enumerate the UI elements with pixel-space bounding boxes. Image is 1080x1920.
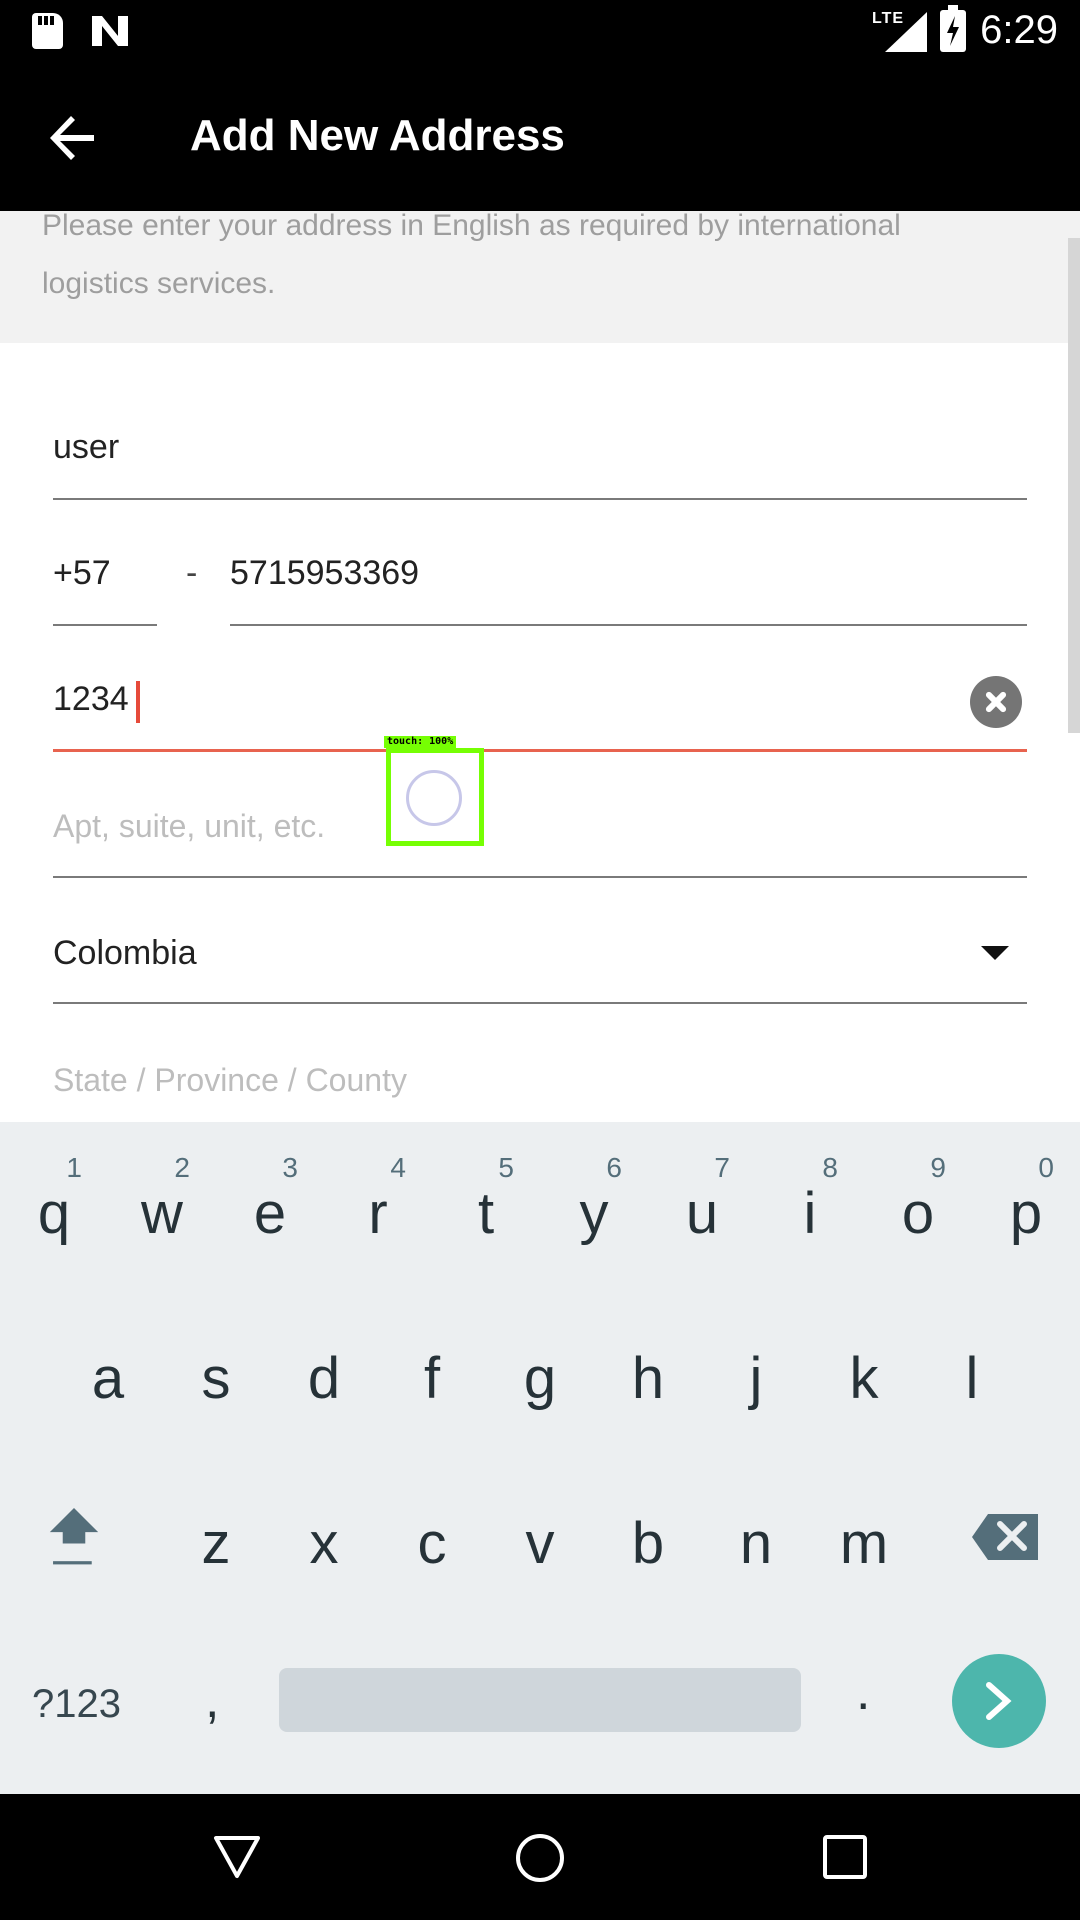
key-label: u <box>685 1181 719 1246</box>
key-label: y <box>579 1181 609 1246</box>
keyboard-key[interactable]: f <box>378 1337 486 1417</box>
apt-suite-underline <box>53 876 1027 878</box>
navigation-bar <box>0 1794 1080 1920</box>
country-select[interactable]: Colombia <box>53 934 197 973</box>
keyboard-key[interactable]: m <box>810 1502 918 1582</box>
keyboard-key[interactable]: l <box>918 1337 1026 1417</box>
chevron-right-icon <box>986 1682 1012 1720</box>
phone-separator: - <box>186 554 198 592</box>
phone-number-underline <box>230 624 1027 626</box>
country-code-underline <box>53 624 157 626</box>
key-label: i <box>803 1181 817 1246</box>
text-caret <box>136 681 140 723</box>
key-label: c <box>417 1511 447 1576</box>
keyboard-key[interactable]: v <box>486 1502 594 1582</box>
battery-charging-icon <box>940 5 966 52</box>
keyboard-key[interactable]: 0p <box>972 1152 1080 1252</box>
key-label: f <box>423 1346 441 1411</box>
keyboard-key[interactable]: 2w <box>108 1152 216 1252</box>
key-label: w <box>141 1181 183 1246</box>
key-label: h <box>631 1346 665 1411</box>
home-circle-icon[interactable] <box>514 1832 566 1884</box>
key-label: p <box>1009 1181 1043 1246</box>
key-label: z <box>201 1511 231 1576</box>
backspace-key-icon[interactable] <box>972 1514 1038 1560</box>
keyboard-key[interactable]: h <box>594 1337 702 1417</box>
comma-key[interactable]: , <box>205 1670 219 1730</box>
name-field-underline <box>53 498 1027 500</box>
keyboard-key[interactable]: s <box>162 1337 270 1417</box>
key-label: q <box>37 1181 71 1246</box>
keyboard-key[interactable]: a <box>54 1337 162 1417</box>
touch-point-circle <box>406 770 462 826</box>
key-label: d <box>307 1346 341 1411</box>
keyboard-key[interactable]: d <box>270 1337 378 1417</box>
period-key[interactable]: . <box>856 1662 870 1722</box>
arrow-back-icon[interactable] <box>50 115 96 161</box>
enter-next-button[interactable] <box>952 1654 1046 1748</box>
keyboard-key[interactable]: 3e <box>216 1152 324 1252</box>
apt-suite-input[interactable]: Apt, suite, unit, etc. <box>53 808 325 845</box>
recents-square-icon[interactable] <box>822 1834 868 1880</box>
soft-keyboard: 1q2w3e4r5t6y7u8i9o0p a s d f g h j k l z x c v b n m ?… <box>0 1122 1080 1794</box>
app-bar: Add New Address <box>0 63 1080 211</box>
keyboard-key[interactable]: z <box>162 1502 270 1582</box>
state-province-input[interactable]: State / Province / County <box>53 1062 407 1099</box>
keyboard-key[interactable]: 4r <box>324 1152 432 1252</box>
keyboard-key[interactable]: 9o <box>864 1152 972 1252</box>
keyboard-key[interactable]: c <box>378 1502 486 1582</box>
scrollbar[interactable] <box>1068 238 1080 733</box>
info-banner: Please enter your address in English as … <box>0 209 1080 343</box>
status-bar: LTE 6:29 <box>0 0 1080 63</box>
keyboard-key[interactable]: k <box>810 1337 918 1417</box>
key-label: e <box>253 1181 287 1246</box>
page-title: Add New Address <box>190 111 565 160</box>
keyboard-key[interactable]: j <box>702 1337 810 1417</box>
keyboard-key[interactable]: 5t <box>432 1152 540 1252</box>
key-label: l <box>965 1346 979 1411</box>
signal-icon <box>885 12 927 52</box>
symbols-key[interactable]: ?123 <box>32 1682 121 1727</box>
keyboard-key[interactable]: 6y <box>540 1152 648 1252</box>
key-label: s <box>201 1346 231 1411</box>
keyboard-key[interactable]: g <box>486 1337 594 1417</box>
phone-number-field[interactable]: 5715953369 <box>230 554 419 593</box>
key-label: k <box>849 1346 879 1411</box>
name-field[interactable]: user <box>53 428 119 467</box>
key-label: b <box>631 1511 665 1576</box>
street-address-input[interactable]: 1234 <box>53 680 129 719</box>
key-label: j <box>749 1346 763 1411</box>
n-icon <box>92 16 128 46</box>
shift-key-icon[interactable] <box>44 1508 104 1566</box>
keyboard-key[interactable]: 7u <box>648 1152 756 1252</box>
info-text: Please enter your address in English as … <box>42 209 901 300</box>
key-label: v <box>525 1511 555 1576</box>
keyboard-key[interactable]: n <box>702 1502 810 1582</box>
key-label: o <box>901 1181 935 1246</box>
key-label: n <box>739 1511 773 1576</box>
key-label: t <box>477 1181 495 1246</box>
keyboard-key[interactable]: b <box>594 1502 702 1582</box>
dropdown-arrow-icon[interactable] <box>981 946 1009 960</box>
key-label: a <box>91 1346 125 1411</box>
touch-indicator-label: touch: 100% <box>384 736 457 748</box>
country-select-underline <box>53 1002 1027 1004</box>
clock: 6:29 <box>980 8 1058 52</box>
key-label: r <box>368 1181 388 1246</box>
country-code-field[interactable]: +57 <box>53 554 111 593</box>
sd-card-icon <box>32 13 63 49</box>
key-label: g <box>523 1346 557 1411</box>
key-label: m <box>839 1511 889 1576</box>
keyboard-key[interactable]: x <box>270 1502 378 1582</box>
keyboard-key[interactable]: 1q <box>0 1152 108 1252</box>
space-bar[interactable] <box>279 1668 801 1732</box>
street-address-underline <box>53 749 1027 752</box>
clear-text-button[interactable] <box>970 676 1022 728</box>
keyboard-key[interactable]: 8i <box>756 1152 864 1252</box>
key-label: x <box>309 1511 339 1576</box>
back-triangle-icon[interactable] <box>212 1834 262 1880</box>
